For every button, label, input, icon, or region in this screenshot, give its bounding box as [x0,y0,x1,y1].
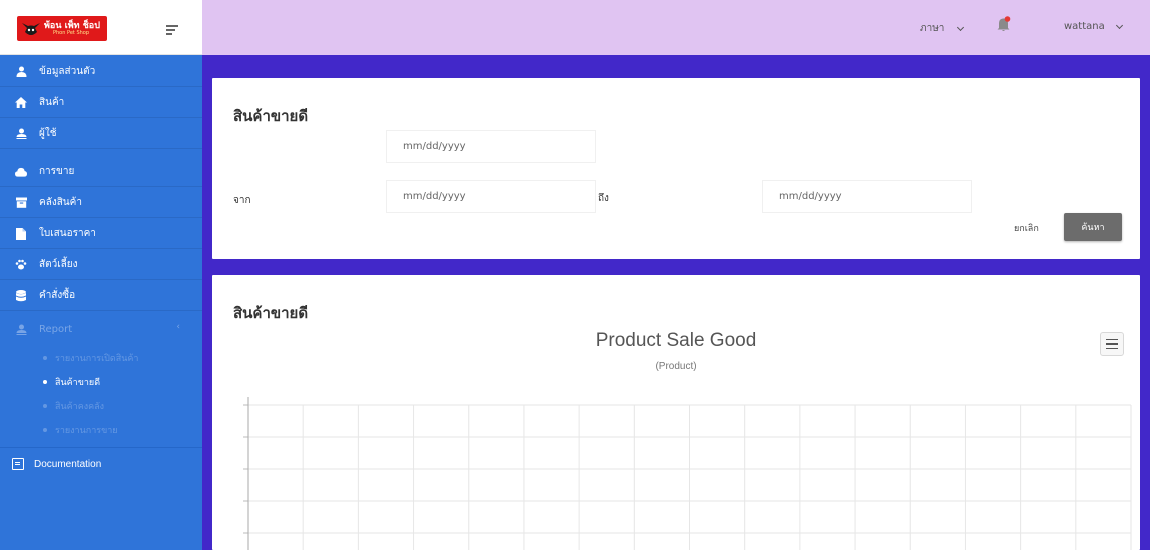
sidebar-item-label: คลังสินค้า [39,197,82,208]
date-input-top[interactable]: mm/dd/yyyy [386,130,596,163]
sidebar-item-quotation[interactable]: ใบเสนอราคา [0,219,202,249]
chart-subtitle: (Product) [655,361,697,372]
chart-menu-button[interactable] [1100,332,1124,356]
sidebar: พ้อน เพ็ท ช็อป Phon Pet Shop ข้อมูลส่วนต… [0,0,202,550]
sidebar-item-label: ข้อมูลส่วนตัว [39,66,96,77]
document-icon [12,458,24,470]
sidebar-item-users[interactable]: ผู้ใช้ [0,119,202,149]
menu-toggle-icon[interactable] [166,25,178,36]
sidebar-subitem-label: รายงานการเปิดสินค้า [55,354,139,364]
cancel-button[interactable]: ยกเลิก [1014,221,1039,235]
paw-icon [15,259,27,271]
sidebar-item-label: Documentation [34,458,102,470]
chart-card-title: สินค้าขายดี [233,304,309,322]
sidebar-item-label: สัตว์เลี้ยง [39,259,78,270]
chart-title: Product Sale Good [595,330,757,351]
sidebar-item-inventory[interactable]: คลังสินค้า [0,188,202,218]
user-dropdown[interactable]: wattana [1064,21,1123,32]
filter-card-title: สินค้าขายดี [233,107,309,125]
date-placeholder: mm/dd/yyyy [779,191,842,202]
app: พ้อน เพ็ท ช็อป Phon Pet Shop ข้อมูลส่วนต… [0,0,1150,550]
bell-icon[interactable] [997,16,1011,32]
bullet-icon [43,356,47,360]
sidebar-item-label: Report [39,323,73,335]
logo-subtitle: Phon Pet Shop [53,30,90,36]
filter-card: สินค้าขายดี mm/dd/yyyy จาก mm/dd/yyyy ถึ… [212,78,1140,259]
sidebar-item-pets[interactable]: สัตว์เลี้ยง [0,250,202,280]
sidebar-item-report[interactable]: Report ‹ [0,314,202,344]
language-dropdown[interactable]: ภาษา [920,21,965,36]
date-to-input[interactable]: mm/dd/yyyy [762,180,972,213]
date-placeholder: mm/dd/yyyy [403,141,466,152]
home-icon [15,97,27,109]
logo[interactable]: พ้อน เพ็ท ช็อป Phon Pet Shop [17,16,107,41]
sidebar-subitem-stock[interactable]: สินค้าคงคลัง [43,396,104,416]
chevron-down-icon [957,23,965,31]
archive-icon [15,197,27,209]
username: wattana [1064,21,1105,32]
topbar: ภาษา wattana [202,0,1150,55]
sidebar-item-profile[interactable]: ข้อมูลส่วนตัว [0,57,202,87]
sidebar-subitem-label: สินค้าขายดี [55,378,101,388]
sidebar-subitem-label: สินค้าคงคลัง [55,402,105,412]
sidebar-item-label: ผู้ใช้ [39,128,57,139]
user-icon [15,66,27,78]
chart-plot-area [243,397,1132,550]
sidebar-subitem-bestseller[interactable]: สินค้าขายดี [43,372,100,392]
cloud-icon [15,166,27,178]
file-icon [15,227,27,240]
sidebar-subitem-sales-report[interactable]: รายงานการขาย [43,420,118,440]
brand-header: พ้อน เพ็ท ช็อป Phon Pet Shop [0,0,202,55]
dog-logo-icon [22,23,40,35]
user-icon [15,323,27,335]
sidebar-item-products[interactable]: สินค้า [0,88,202,118]
from-label: จาก [233,195,251,206]
sidebar-item-orders[interactable]: คำสั่งซื้อ [0,281,202,311]
date-placeholder: mm/dd/yyyy [403,191,466,202]
bullet-icon [43,380,47,384]
chevron-left-icon: ‹ [176,322,180,332]
sidebar-item-label: สินค้า [39,97,65,108]
user-icon [15,128,27,140]
bullet-icon [43,404,47,408]
main-content: สินค้าขายดี mm/dd/yyyy จาก mm/dd/yyyy ถึ… [202,55,1150,550]
chevron-down-icon [1115,21,1123,29]
sidebar-item-documentation[interactable]: Documentation [0,448,202,480]
sidebar-subitem-product-open-report[interactable]: รายงานการเปิดสินค้า [43,348,138,368]
sidebar-item-sales[interactable]: การขาย [0,157,202,187]
date-from-input[interactable]: mm/dd/yyyy [386,180,596,213]
language-label: ภาษา [920,23,945,34]
to-label: ถึง [598,193,609,204]
sidebar-subitem-label: รายงานการขาย [55,426,118,436]
database-icon [15,289,27,302]
chart-card: สินค้าขายดี Product Sale Good (Product) [212,275,1140,550]
sidebar-item-label: การขาย [39,166,75,177]
sidebar-item-label: คำสั่งซื้อ [39,290,76,301]
bullet-icon [43,428,47,432]
search-button[interactable]: ค้นหา [1064,213,1122,241]
sidebar-item-label: ใบเสนอราคา [39,228,96,239]
